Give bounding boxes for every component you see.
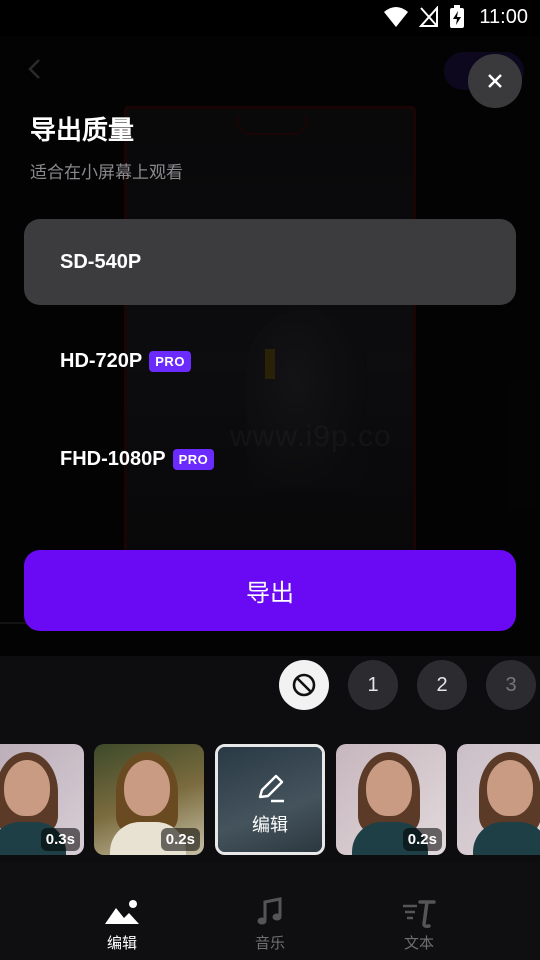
- clip-duration: 0.2s: [160, 828, 200, 851]
- clip-thumbnail[interactable]: 0: [457, 744, 540, 855]
- clock: 11:00: [479, 5, 528, 28]
- quality-label: HD-720P: [60, 349, 143, 372]
- battery-charging-icon: [450, 5, 465, 28]
- nav-label: 音乐: [254, 934, 285, 952]
- clip-thumbnail-selected[interactable]: 编辑: [215, 744, 325, 855]
- quality-option-sd[interactable]: SD-540P: [24, 219, 516, 305]
- clip-strip: 0.3s 0.2s 编辑 0.2s 0: [0, 722, 540, 862]
- nav-item-music[interactable]: 音乐: [220, 896, 320, 953]
- quality-label: FHD-1080P: [60, 447, 166, 470]
- clip-face: [124, 760, 170, 816]
- wifi-icon: [384, 7, 409, 27]
- edit-label: 编辑: [252, 815, 288, 836]
- quality-option-hd[interactable]: HD-720P PRO: [24, 318, 516, 404]
- clip-thumbnail[interactable]: 0.2s: [94, 744, 204, 855]
- nav-label: 文本: [403, 934, 434, 952]
- clip-face: [4, 760, 50, 816]
- quality-option-fhd[interactable]: FHD-1080P PRO: [24, 416, 516, 502]
- transition-2-button[interactable]: 2: [417, 660, 467, 710]
- export-button[interactable]: 导出: [24, 550, 516, 631]
- pro-badge: PRO: [172, 448, 215, 470]
- clip-duration: 0.3s: [40, 828, 80, 851]
- edit-icon: [258, 774, 284, 803]
- music-icon: [257, 897, 282, 925]
- status-bar: 11:00: [0, 0, 540, 36]
- no-signal-icon: [419, 6, 439, 27]
- text-icon: [403, 900, 436, 928]
- sheet-subtitle: 适合在小屏幕上观看: [30, 163, 183, 183]
- close-icon: [488, 74, 502, 88]
- clip-duration: 0.2s: [402, 828, 442, 851]
- nav-item-edit[interactable]: 编辑: [72, 896, 172, 953]
- image-icon: [105, 900, 139, 924]
- clip-face: [487, 760, 533, 816]
- clip-face: [366, 760, 412, 816]
- no-transition-button[interactable]: [279, 660, 329, 710]
- clip-thumbnail[interactable]: 0.3s: [0, 744, 84, 855]
- clip-thumbnail[interactable]: 0.2s: [336, 744, 446, 855]
- ban-icon: [292, 673, 316, 697]
- quality-label: SD-540P: [60, 250, 142, 273]
- bottom-nav: 编辑 音乐 文本: [0, 862, 540, 960]
- nav-item-text[interactable]: 文本: [369, 896, 469, 953]
- close-button[interactable]: [468, 54, 522, 108]
- transition-1-button[interactable]: 1: [348, 660, 398, 710]
- sheet-title: 导出质量: [30, 116, 135, 146]
- nav-label: 编辑: [106, 934, 137, 952]
- transition-3-button[interactable]: 3: [486, 660, 536, 710]
- pro-badge: PRO: [149, 350, 191, 372]
